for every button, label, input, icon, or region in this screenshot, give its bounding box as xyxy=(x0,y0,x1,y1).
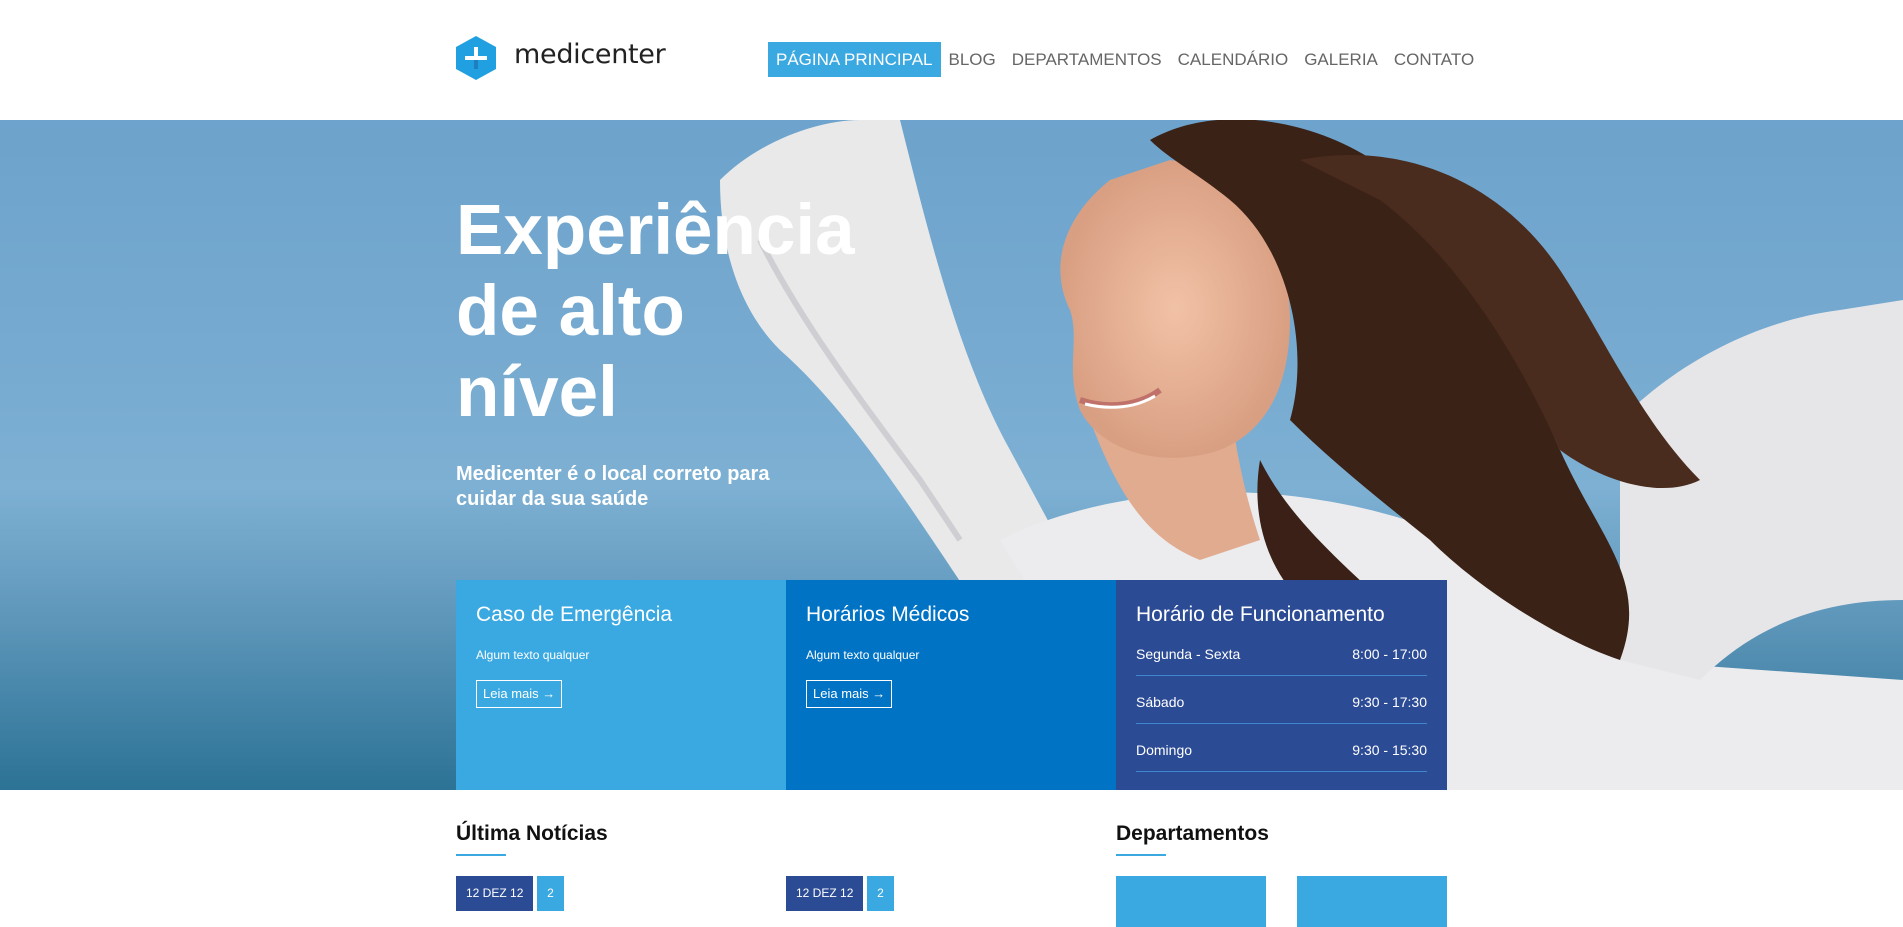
hours-row: Domingo 9:30 - 15:30 xyxy=(1136,724,1427,772)
opening-hours-box: Horário de Funcionamento Segunda - Sexta… xyxy=(1116,580,1447,790)
emergency-box: Caso de Emergência Algum texto qualquer … xyxy=(456,580,786,790)
doctors-read-more-button[interactable]: Leia mais → xyxy=(806,680,893,708)
hero-subtitle-line: cuidar da sua saúde xyxy=(456,488,649,510)
info-boxes: Caso de Emergência Algum texto qualquer … xyxy=(456,580,1447,790)
hero-title: Experiência de alto nível xyxy=(456,190,876,433)
nav-departments[interactable]: DEPARTAMENTOS xyxy=(1004,42,1170,77)
doctors-box: Horários Médicos Algum texto qualquer Le… xyxy=(786,580,1116,790)
nav-home[interactable]: PÁGINA PRINCIPAL xyxy=(768,42,941,77)
department-tile[interactable] xyxy=(1297,876,1447,927)
brand-name: medicenter xyxy=(514,38,666,70)
doctors-text: Algum texto qualquer xyxy=(806,648,920,662)
doctors-title: Horários Médicos xyxy=(806,603,970,626)
site-header: medicenter PÁGINA PRINCIPAL BLOG DEPARTA… xyxy=(0,0,1903,120)
emergency-read-more-button[interactable]: Leia mais → xyxy=(476,680,563,708)
news-section-title: Última Notícias xyxy=(456,822,608,845)
hours-row: Segunda - Sexta 8:00 - 17:00 xyxy=(1136,628,1427,676)
hero-subtitle: Medicenter é o local correto para cuidar… xyxy=(456,462,816,512)
hero-title-line: de alto xyxy=(456,272,685,351)
emergency-title: Caso de Emergência xyxy=(476,603,673,626)
logo[interactable]: medicenter xyxy=(456,36,666,80)
hours-time: 9:30 - 15:30 xyxy=(1352,742,1427,758)
hours-row: Sábado 9:30 - 17:30 xyxy=(1136,676,1427,724)
hours-day: Domingo xyxy=(1136,742,1193,758)
main-nav: PÁGINA PRINCIPAL BLOG DEPARTAMENTOS CALE… xyxy=(768,42,1482,77)
departments-title-underline xyxy=(1116,854,1166,856)
nav-calendar[interactable]: CALENDÁRIO xyxy=(1170,42,1297,77)
news-comment-count[interactable]: 2 xyxy=(867,876,894,911)
department-tile[interactable] xyxy=(1116,876,1266,927)
emergency-text: Algum texto qualquer xyxy=(476,648,590,662)
nav-contact[interactable]: CONTATO xyxy=(1386,42,1482,77)
nav-blog[interactable]: BLOG xyxy=(941,42,1004,77)
hero-title-line: nível xyxy=(456,353,618,432)
hours-day: Sábado xyxy=(1136,694,1185,710)
news-date-badge: 12 DEZ 12 xyxy=(786,876,864,911)
news-title-underline xyxy=(456,854,506,856)
hero-title-line: Experiência xyxy=(456,191,855,270)
nav-gallery[interactable]: GALERIA xyxy=(1296,42,1386,77)
hours-day: Segunda - Sexta xyxy=(1136,646,1241,662)
news-comment-count[interactable]: 2 xyxy=(537,876,564,911)
opening-hours-title: Horário de Funcionamento xyxy=(1136,603,1385,626)
news-date-badge: 12 DEZ 12 xyxy=(456,876,534,911)
plus-hexagon-icon xyxy=(456,36,496,80)
departments-section-title: Departamentos xyxy=(1116,822,1269,845)
hours-time: 9:30 - 17:30 xyxy=(1352,694,1427,710)
hours-time: 8:00 - 17:00 xyxy=(1352,646,1427,662)
hero-subtitle-line: Medicenter é o local correto para xyxy=(456,463,770,485)
